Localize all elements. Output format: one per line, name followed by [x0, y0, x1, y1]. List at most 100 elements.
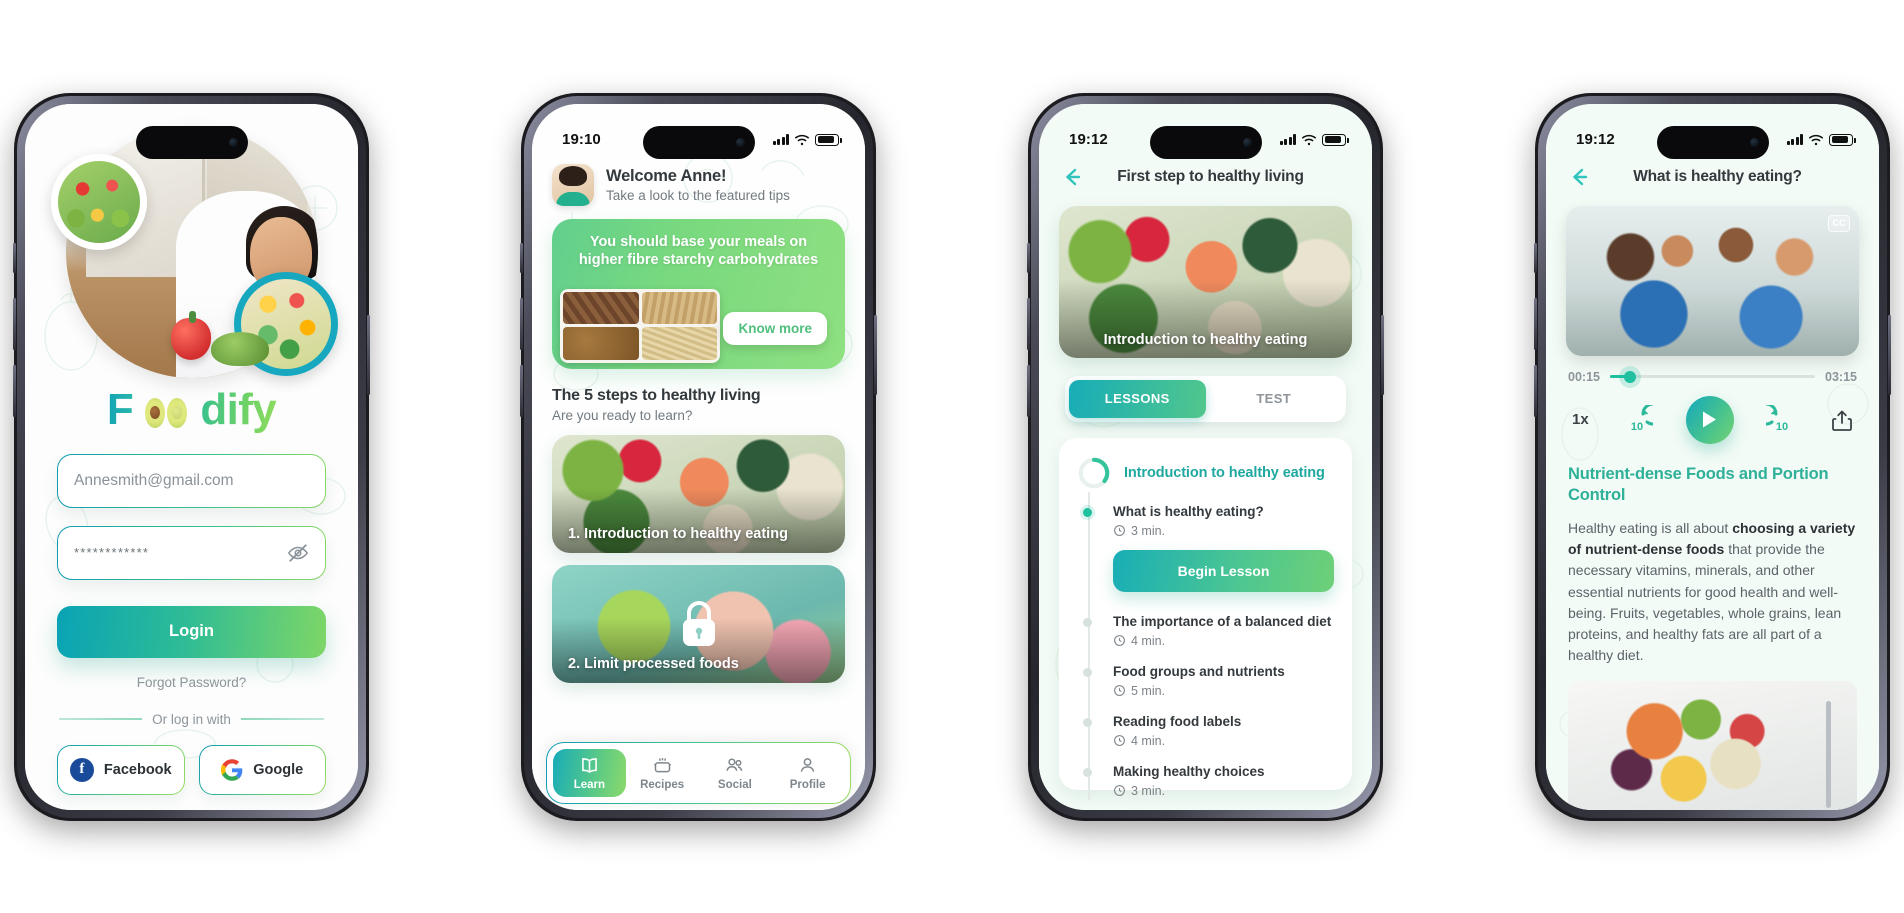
- power-button[interactable]: [367, 314, 370, 395]
- progress-ring-icon: [1078, 457, 1110, 488]
- facebook-icon: f: [69, 757, 94, 782]
- screen-lessons: First step to healthy living Introductio…: [1039, 103, 1372, 810]
- player-controls: 1x 10 10: [1546, 384, 1879, 444]
- lesson-item-5[interactable]: Making healthy choices 3 min.: [1083, 764, 1334, 810]
- grains-photo: [560, 288, 720, 363]
- divider-line-right: [240, 718, 324, 720]
- lesson-5-duration-text: 3 min.: [1131, 783, 1166, 798]
- rewind-10-icon: 10: [1631, 404, 1654, 433]
- playback-speed-button[interactable]: 1x: [1572, 411, 1589, 428]
- featured-tip-card[interactable]: You should base your meals on higher fib…: [552, 218, 845, 369]
- step-1-caption: 1. Introduction to healthy eating: [568, 525, 788, 542]
- step-card-2[interactable]: 2. Limit processed foods: [552, 564, 845, 683]
- lesson-item-4[interactable]: Reading food labels 4 min.: [1083, 714, 1334, 764]
- tab-test[interactable]: TEST: [1206, 380, 1343, 418]
- login-form: Annesmith@gmail.com ************ Login F…: [25, 454, 358, 810]
- rewind-10-button[interactable]: 10: [1621, 404, 1654, 435]
- login-button[interactable]: Login: [57, 605, 326, 658]
- avocado-icon: [144, 397, 189, 428]
- tip-text: You should base your meals on higher fib…: [578, 233, 819, 269]
- lesson-4-duration: 4 min.: [1113, 734, 1334, 748]
- page-title: What is healthy eating?: [1633, 167, 1802, 185]
- login-screen: F dify Annesmith@gmail.com ************: [25, 103, 358, 810]
- arrow-left-icon[interactable]: [1566, 164, 1592, 190]
- battery-icon: [1322, 133, 1349, 146]
- power-button[interactable]: [874, 314, 877, 395]
- play-button[interactable]: [1685, 395, 1734, 444]
- tab-recipes[interactable]: Recipes: [626, 749, 699, 797]
- video-player[interactable]: CC: [1566, 205, 1859, 356]
- phone-article: What is healthy eating? CC 00:15 03:15 1…: [1534, 92, 1891, 821]
- lettuce-icon: [211, 331, 269, 366]
- navigation-bar: What is healthy eating?: [1546, 158, 1879, 190]
- paragraph-part-c: that provide the necessary vitamins, min…: [1568, 540, 1842, 664]
- signal-icon: [1279, 134, 1296, 145]
- forward-10-icon: 10: [1766, 404, 1789, 433]
- divider-line-left: [59, 718, 143, 720]
- cc-icon[interactable]: CC: [1828, 214, 1850, 232]
- hero-caption: Introduction to healthy eating: [1103, 331, 1308, 348]
- battery-icon: [815, 133, 842, 146]
- or-divider: Or log in with: [59, 712, 324, 727]
- lesson-item-2[interactable]: The importance of a balanced diet 4 min.: [1083, 614, 1334, 664]
- forward-10-button[interactable]: 10: [1766, 404, 1798, 435]
- volume-up-button[interactable]: [1534, 297, 1537, 350]
- welcome-header: Welcome Anne! Take a look to the feature…: [532, 158, 865, 206]
- google-icon: [221, 758, 243, 781]
- email-field[interactable]: Annesmith@gmail.com: [57, 454, 326, 508]
- know-more-button[interactable]: Know more: [723, 311, 827, 345]
- lesson-3-duration-text: 5 min.: [1131, 683, 1166, 698]
- status-indicators: [1786, 133, 1856, 146]
- lesson-group-header: Introduction to healthy eating: [1077, 456, 1334, 490]
- volume-down-button[interactable]: [1534, 364, 1537, 417]
- lesson-5-duration: 3 min.: [1113, 784, 1334, 798]
- tab-lessons[interactable]: LESSONS: [1069, 379, 1206, 418]
- step-card-1[interactable]: 1. Introduction to healthy eating: [552, 434, 845, 553]
- mute-switch[interactable]: [1027, 242, 1030, 273]
- tab-learn[interactable]: Learn: [553, 748, 626, 797]
- eye-off-icon[interactable]: [287, 542, 309, 564]
- begin-lesson-button[interactable]: Begin Lesson: [1113, 549, 1334, 592]
- share-button[interactable]: [1831, 408, 1853, 432]
- home-screen: Welcome Anne! Take a look to the feature…: [532, 103, 865, 810]
- tab-social[interactable]: Social: [699, 749, 772, 797]
- lesson-hero-card[interactable]: Introduction to healthy eating: [1059, 205, 1352, 358]
- facebook-login-button[interactable]: f Facebook: [57, 745, 185, 795]
- pot-icon: [653, 757, 671, 772]
- facebook-label: Facebook: [103, 761, 172, 778]
- home-scroll[interactable]: Welcome Anne! Take a look to the feature…: [532, 158, 865, 810]
- mute-switch[interactable]: [13, 242, 16, 273]
- arrow-left-icon[interactable]: [1059, 164, 1085, 190]
- page-title: First step to healthy living: [1117, 167, 1304, 185]
- volume-up-button[interactable]: [13, 297, 16, 350]
- avatar[interactable]: [552, 163, 594, 206]
- tab-profile[interactable]: Profile: [771, 749, 844, 797]
- volume-down-button[interactable]: [1027, 364, 1030, 417]
- mute-switch[interactable]: [520, 242, 523, 273]
- screen-article: What is healthy eating? CC 00:15 03:15 1…: [1546, 103, 1879, 810]
- password-field[interactable]: ************: [57, 526, 326, 580]
- power-button[interactable]: [1381, 314, 1384, 395]
- power-button[interactable]: [1888, 314, 1891, 395]
- brand-part-1: F: [106, 384, 134, 434]
- lesson-2-duration: 4 min.: [1113, 634, 1334, 648]
- article-body[interactable]: What is healthy eating? CC 00:15 03:15 1…: [1546, 158, 1879, 810]
- volume-down-button[interactable]: [520, 364, 523, 417]
- volume-up-button[interactable]: [520, 297, 523, 350]
- seek-slider[interactable]: [1609, 370, 1816, 383]
- seek-handle[interactable]: [1624, 370, 1637, 383]
- clock-icon: [1114, 635, 1125, 646]
- forgot-password-link[interactable]: Forgot Password?: [57, 675, 326, 690]
- volume-down-button[interactable]: [13, 364, 16, 417]
- lessons-screen: First step to healthy living Introductio…: [1039, 103, 1372, 810]
- google-login-button[interactable]: Google: [199, 745, 327, 795]
- email-value: Annesmith@gmail.com: [74, 471, 234, 489]
- lesson-item-1[interactable]: What is healthy eating? 3 min. Begin Les…: [1083, 504, 1334, 614]
- lesson-item-3[interactable]: Food groups and nutrients 5 min.: [1083, 664, 1334, 714]
- step-2-caption: 2. Limit processed foods: [568, 655, 739, 672]
- volume-up-button[interactable]: [1027, 297, 1030, 350]
- dynamic-island: [642, 125, 755, 159]
- steps-section-header: The 5 steps to healthy living Are you re…: [532, 369, 865, 423]
- mute-switch[interactable]: [1534, 242, 1537, 273]
- lesson-1-duration: 3 min.: [1113, 524, 1334, 538]
